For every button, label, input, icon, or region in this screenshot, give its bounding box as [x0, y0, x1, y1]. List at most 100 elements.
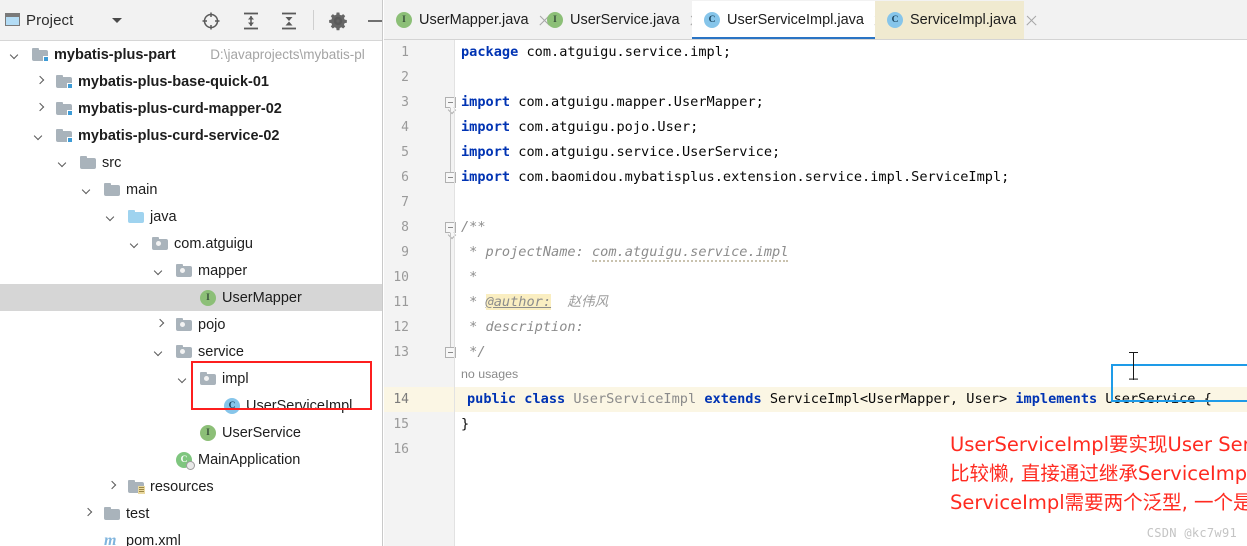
- tree-item-mybatis-plus-curd-service-02[interactable]: mybatis-plus-curd-service-02: [0, 122, 382, 149]
- tree-item-label: main: [126, 181, 158, 198]
- tree-item-userservice[interactable]: I UserService: [0, 419, 382, 446]
- class-icon: C: [887, 12, 903, 28]
- project-panel: Project mybatis-plus-part D:\javaproject…: [0, 0, 383, 546]
- keyword-package: package: [461, 44, 519, 60]
- expand-all-icon[interactable]: [240, 10, 262, 32]
- superclass-token: ServiceImpl<UserMapper, User>: [769, 391, 1008, 407]
- tree-item-label: mybatis-plus-part: [54, 46, 176, 63]
- code-line-15: }: [461, 416, 470, 432]
- tree-item-label: java: [150, 208, 177, 225]
- code-line-11: * @author: 赵伟风: [461, 294, 609, 310]
- editor-tab-label: ServiceImpl.java: [910, 12, 1017, 28]
- tree-item-label: mybatis-plus-curd-mapper-02: [78, 100, 282, 117]
- code-line-14: public class UserServiceImpl extends Ser…: [455, 387, 1247, 412]
- tree-item-com-atguigu[interactable]: com.atguigu: [0, 230, 382, 257]
- interface-icon: I: [200, 290, 216, 306]
- tree-item-main[interactable]: main: [0, 176, 382, 203]
- resources-folder-icon: [128, 479, 145, 494]
- line-number: 13: [393, 345, 409, 360]
- chevron-right-icon[interactable]: [34, 76, 46, 88]
- spellcheck-squiggle: com.atguigu.service.impl: [591, 244, 789, 262]
- javadoc-author-tag: @author:: [485, 294, 552, 310]
- editor-tab-usermapper[interactable]: I UserMapper.java: [384, 1, 535, 39]
- editor-tab-userservice[interactable]: I UserService.java: [535, 1, 692, 39]
- editor-tab-userserviceimpl[interactable]: C UserServiceImpl.java: [692, 1, 875, 40]
- package-icon: [176, 263, 192, 278]
- code-line-12: * description:: [461, 319, 584, 335]
- chevron-down-icon[interactable]: [130, 238, 142, 250]
- interface-icon: I: [200, 425, 216, 441]
- tree-item-impl[interactable]: impl: [0, 365, 382, 392]
- tree-item-label: UserServiceImpl: [246, 397, 353, 414]
- project-panel-toolbar: Project: [0, 0, 382, 41]
- tree-item-mybatis-plus-part[interactable]: mybatis-plus-part D:\javaprojects\mybatis…: [0, 41, 382, 68]
- line-number: 9: [401, 245, 409, 260]
- inlay-hint-no-usages: no usages: [461, 367, 519, 381]
- chevron-down-icon[interactable]: [106, 211, 118, 223]
- class-icon: C: [224, 398, 240, 414]
- tree-item-java[interactable]: java: [0, 203, 382, 230]
- collapse-all-icon[interactable]: [278, 10, 300, 32]
- editor-tab-label: UserMapper.java: [419, 12, 529, 28]
- annotation-line-1: UserServiceImpl要实现User Service接口的所有方法,: [950, 433, 1247, 456]
- project-panel-title: Project: [26, 12, 74, 29]
- locate-target-icon[interactable]: [200, 10, 222, 32]
- folder-icon: [80, 155, 96, 170]
- line-number: 15: [393, 417, 409, 432]
- toolbar-separator: [313, 10, 314, 30]
- chevron-right-icon[interactable]: [154, 319, 166, 331]
- tree-item-resources[interactable]: resources: [0, 473, 382, 500]
- gear-icon[interactable]: [327, 10, 349, 32]
- chevron-down-icon[interactable]: [34, 130, 46, 142]
- tree-item-label: UserService: [222, 424, 301, 441]
- code-line-8: /**: [461, 219, 486, 235]
- chevron-down-icon[interactable]: [112, 18, 122, 23]
- tree-item-pom-xml[interactable]: m pom.xml: [0, 527, 382, 546]
- tree-item-mybatis-plus-curd-mapper-02[interactable]: mybatis-plus-curd-mapper-02: [0, 95, 382, 122]
- line-number: 8: [401, 220, 409, 235]
- chevron-down-icon[interactable]: [178, 373, 190, 385]
- chevron-down-icon[interactable]: [82, 184, 94, 196]
- editor-area: I UserMapper.java I UserService.java C UserSe…: [384, 0, 1247, 546]
- tree-item-usermapper[interactable]: I UserMapper: [0, 284, 382, 311]
- module-folder-icon: [56, 101, 73, 116]
- editor-tab-serviceimpl[interactable]: C ServiceImpl.java: [875, 1, 1024, 39]
- annotation-text: UserServiceImpl要实现User Service接口的所有方法, 比…: [950, 430, 1247, 517]
- tree-item-path: D:\javaprojects\mybatis-pl: [210, 47, 365, 62]
- tree-item-test[interactable]: test: [0, 500, 382, 527]
- code-line-3: import com.atguigu.mapper.UserMapper;: [461, 94, 764, 110]
- tree-item-mybatis-plus-base-quick-01[interactable]: mybatis-plus-base-quick-01: [0, 68, 382, 95]
- interface-token: UserService: [1105, 391, 1196, 407]
- line-number: 2: [401, 70, 409, 85]
- tree-item-label: test: [126, 505, 150, 522]
- minimize-icon[interactable]: [364, 10, 382, 32]
- code-line-9: * projectName: com.atguigu.service.impl: [461, 244, 789, 262]
- class-icon: C: [704, 12, 720, 28]
- editor-tab-bar[interactable]: I UserMapper.java I UserService.java C UserSe…: [384, 0, 1247, 40]
- chevron-right-icon[interactable]: [34, 103, 46, 115]
- tree-item-pojo[interactable]: pojo: [0, 311, 382, 338]
- tree-item-userserviceimpl[interactable]: C UserServiceImpl: [0, 392, 382, 419]
- project-tree[interactable]: mybatis-plus-part D:\javaprojects\mybatis…: [0, 41, 382, 546]
- chevron-right-icon[interactable]: [106, 481, 118, 493]
- line-number: 5: [401, 145, 409, 160]
- source-root-folder-icon: [128, 209, 144, 224]
- javadoc-author-name: 赵伟风: [567, 294, 609, 310]
- package-icon: [176, 317, 192, 332]
- editor-gutter[interactable]: 1 2 3 4 5 6 7 8 9 10 11 12 13 14 15 16: [384, 40, 456, 546]
- tree-item-service[interactable]: service: [0, 338, 382, 365]
- chevron-down-icon[interactable]: [58, 157, 70, 169]
- chevron-down-icon[interactable]: [154, 265, 166, 277]
- tree-item-src[interactable]: src: [0, 149, 382, 176]
- chevron-right-icon[interactable]: [82, 508, 94, 520]
- tree-item-mapper[interactable]: mapper: [0, 257, 382, 284]
- module-folder-icon: [32, 47, 49, 62]
- tree-item-mainapplication[interactable]: C MainApplication: [0, 446, 382, 473]
- editor-tab-label: UserService.java: [570, 12, 680, 28]
- fold-region-line: [450, 108, 451, 172]
- chevron-down-icon[interactable]: [154, 346, 166, 358]
- annotation-line-2: 比较懒, 直接通过继承ServiceImpl来补上这些方法的实现: [950, 462, 1247, 485]
- chevron-down-icon[interactable]: [10, 49, 22, 61]
- package-icon: [152, 236, 168, 251]
- editor-tab-label: UserServiceImpl.java: [727, 12, 864, 28]
